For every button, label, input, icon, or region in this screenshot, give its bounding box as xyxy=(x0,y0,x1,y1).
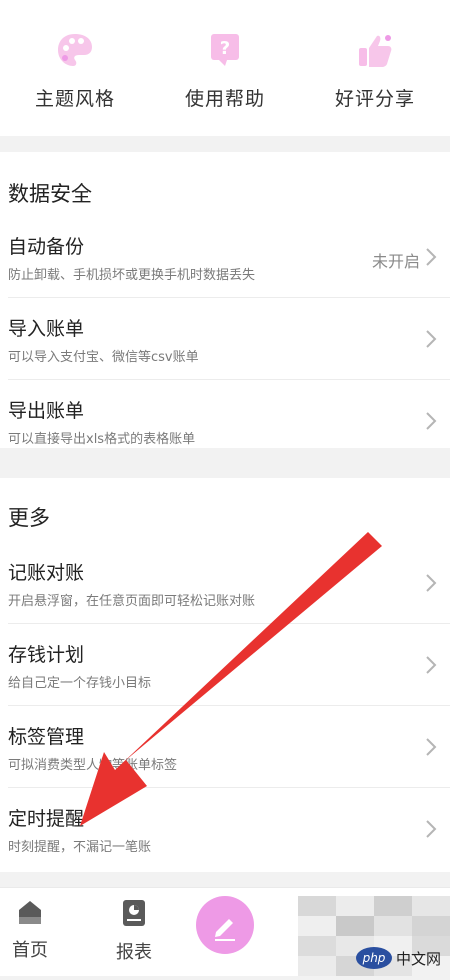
row-desc: 开启悬浮窗，在任意页面即可轻松记账对账 xyxy=(8,594,256,609)
chevron-right-icon xyxy=(426,574,437,592)
row-title: 自动备份 xyxy=(8,236,85,258)
row-export-bill[interactable]: 导出账单 可以直接导出xls格式的表格账单 xyxy=(0,380,450,462)
section-title-more: 更多 xyxy=(8,506,50,530)
chevron-right-icon xyxy=(426,820,437,838)
row-desc: 时刻提醒，不漏记一笔账 xyxy=(8,840,152,855)
nav-label: 首页 xyxy=(12,940,48,961)
quick-action-help[interactable]: ? 使用帮助 xyxy=(150,30,300,111)
home-icon xyxy=(19,901,41,924)
svg-text:?: ? xyxy=(220,38,230,59)
row-title: 导出账单 xyxy=(8,400,85,422)
row-title: 导入账单 xyxy=(8,318,85,340)
palette-icon xyxy=(55,30,95,70)
data-security-card: 数据安全 自动备份 防止卸载、手机损坏或更换手机时数据丢失 未开启 导入账单 可… xyxy=(0,152,450,448)
row-tag-management[interactable]: 标签管理 可拟消费类型人物等账单标签 xyxy=(0,706,450,788)
watermark-text: 中文网 xyxy=(396,950,442,968)
status-label: 未开启 xyxy=(371,252,420,271)
nav-item-report[interactable]: 报表 xyxy=(104,898,164,964)
quick-action-label: 主题风格 xyxy=(34,88,115,110)
row-desc: 可以直接导出xls格式的表格账单 xyxy=(8,432,196,447)
quick-action-share[interactable]: 好评分享 xyxy=(300,30,450,111)
watermark: php 中文网 xyxy=(354,943,450,973)
help-bubble-icon: ? xyxy=(205,30,245,70)
section-title-data-security: 数据安全 xyxy=(8,182,92,206)
add-record-button[interactable] xyxy=(196,896,254,954)
row-desc: 可以导入支付宝、微信等csv账单 xyxy=(8,350,199,365)
row-record-reconcile[interactable]: 记账对账 开启悬浮窗，在任意页面即可轻松记账对账 xyxy=(0,542,450,624)
row-title: 记账对账 xyxy=(8,562,85,584)
quick-action-label: 好评分享 xyxy=(334,88,415,110)
more-card: 更多 记账对账 开启悬浮窗，在任意页面即可轻松记账对账 存钱计划 给自己定一个存… xyxy=(0,478,450,872)
row-title: 存钱计划 xyxy=(8,644,85,666)
row-desc: 可拟消费类型人物等账单标签 xyxy=(8,758,178,773)
chevron-right-icon xyxy=(426,248,437,266)
pencil-icon xyxy=(215,919,235,941)
row-saving-plan[interactable]: 存钱计划 给自己定一个存钱小目标 xyxy=(0,624,450,706)
row-title: 标签管理 xyxy=(8,726,85,748)
row-desc: 防止卸载、手机损坏或更换手机时数据丢失 xyxy=(8,268,256,283)
row-import-bill[interactable]: 导入账单 可以导入支付宝、微信等csv账单 xyxy=(0,298,450,380)
watermark-logo: php xyxy=(356,947,392,969)
nav-item-home[interactable]: 首页 xyxy=(0,898,60,962)
row-desc: 给自己定一个存钱小目标 xyxy=(8,676,152,691)
quick-action-label: 使用帮助 xyxy=(184,88,265,110)
row-auto-backup[interactable]: 自动备份 防止卸载、手机损坏或更换手机时数据丢失 未开启 xyxy=(0,216,450,298)
thumbs-up-icon xyxy=(355,30,395,70)
nav-label: 报表 xyxy=(116,942,152,963)
report-icon xyxy=(123,900,145,926)
row-timed-reminder[interactable]: 定时提醒 时刻提醒，不漏记一笔账 xyxy=(0,788,450,870)
quick-actions-card: 主题风格 ? 使用帮助 好评分享 xyxy=(0,0,450,136)
row-title: 定时提醒 xyxy=(8,808,85,830)
chevron-right-icon xyxy=(426,412,437,430)
chevron-right-icon xyxy=(426,656,437,674)
chevron-right-icon xyxy=(426,330,437,348)
quick-action-theme[interactable]: 主题风格 xyxy=(0,30,150,111)
chevron-right-icon xyxy=(426,738,437,756)
